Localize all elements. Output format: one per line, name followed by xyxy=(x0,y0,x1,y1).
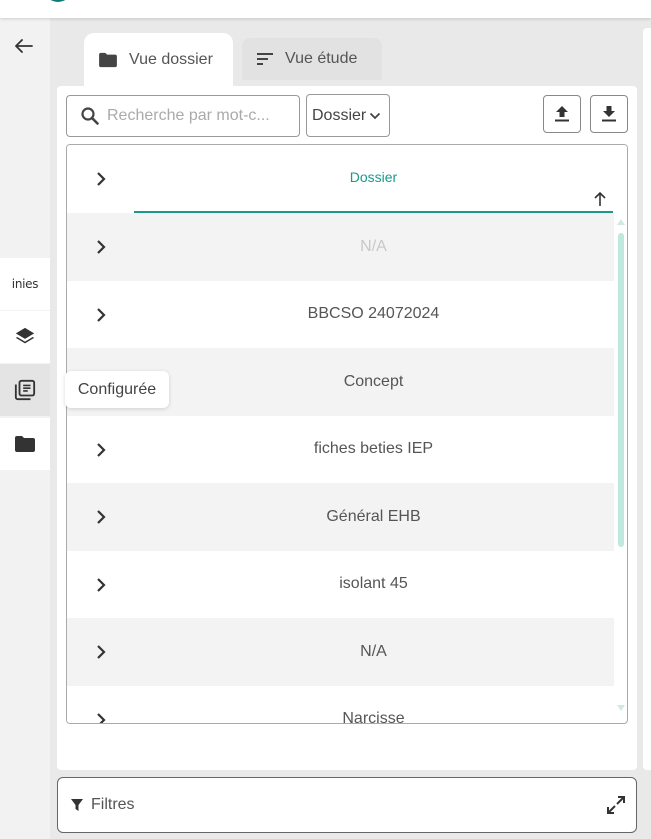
expand-row-button[interactable] xyxy=(89,505,113,534)
rail-item-configured[interactable] xyxy=(0,364,50,416)
table-cell: Narcisse xyxy=(342,710,405,724)
top-bar xyxy=(0,0,651,18)
table-cell: N/A xyxy=(360,642,387,660)
table-cell: N/A xyxy=(360,237,387,255)
chevron-right-icon xyxy=(97,240,106,254)
expand-row-button[interactable] xyxy=(89,573,113,602)
chevron-right-icon xyxy=(97,645,106,659)
table-row[interactable]: BBCSO 24072024 xyxy=(67,280,614,348)
expand-row-button[interactable] xyxy=(89,640,113,669)
table-cell: fiches beties IEP xyxy=(313,440,434,458)
table-row[interactable]: N/A xyxy=(67,213,614,281)
expand-row-button[interactable] xyxy=(89,708,113,723)
left-rail: inies xyxy=(0,18,50,839)
layers-icon xyxy=(15,327,35,344)
expand-filters-button[interactable] xyxy=(606,795,626,815)
chevron-right-icon xyxy=(97,510,106,524)
rail-item-folder[interactable] xyxy=(0,418,50,470)
chevron-right-icon xyxy=(97,442,106,457)
library-books-icon xyxy=(14,379,36,401)
chevron-right-icon xyxy=(97,577,106,592)
expand-all-button[interactable] xyxy=(89,167,113,196)
chevron-right-icon xyxy=(97,712,106,723)
search-icon xyxy=(81,107,99,125)
chevron-right-icon xyxy=(97,172,106,186)
back-arrow-button[interactable] xyxy=(10,34,38,58)
upload-icon xyxy=(555,106,569,122)
table-cell: BBCSO 24072024 xyxy=(307,305,440,323)
folder-icon xyxy=(15,436,35,452)
table-header: Dossier xyxy=(67,145,627,213)
table-cell: isolant 45 xyxy=(339,575,408,593)
table-row[interactable]: fiches beties IEP xyxy=(67,415,614,483)
folder-icon xyxy=(99,52,117,67)
select-value: Dossier xyxy=(312,106,367,124)
expand-row-button[interactable] xyxy=(89,235,113,264)
expand-icon xyxy=(607,796,625,814)
rail-item-layers[interactable] xyxy=(0,311,50,363)
app-root: inies Configurée Vue dossier Vue étude D… xyxy=(0,0,651,839)
table-row[interactable]: Narcisse xyxy=(67,685,614,724)
tab-label: Vue dossier xyxy=(129,50,213,68)
table-cell: Concept xyxy=(343,372,404,390)
column-header-dossier[interactable]: Dossier xyxy=(134,169,613,185)
dossier-table: Dossier N/A BBCSO 24072024 Concept fiche… xyxy=(66,144,628,724)
search-field[interactable] xyxy=(66,95,300,137)
column-select[interactable]: Dossier xyxy=(306,94,390,137)
scroll-up-arrow[interactable] xyxy=(617,219,625,225)
filters-bar[interactable]: Filtres xyxy=(57,777,637,833)
logo xyxy=(44,0,72,2)
filters-label: Filtres xyxy=(91,796,135,813)
scrollbar-thumb[interactable] xyxy=(618,233,624,547)
table-row[interactable]: Général EHB xyxy=(67,483,614,551)
table-row[interactable]: isolant 45 xyxy=(67,550,614,618)
arrow-left-icon xyxy=(15,39,33,53)
table-cell: Général EHB xyxy=(326,507,421,525)
scroll-down-arrow[interactable] xyxy=(617,705,625,711)
table-body: N/A BBCSO 24072024 Concept fiches beties… xyxy=(67,213,614,724)
download-icon xyxy=(602,106,616,122)
sort-button[interactable] xyxy=(593,191,607,207)
tooltip-configured: Configurée xyxy=(65,371,169,408)
tab-vue-etude[interactable]: Vue étude xyxy=(242,38,382,80)
expand-row-button[interactable] xyxy=(89,438,113,467)
inies-logo: inies xyxy=(11,277,39,291)
sort-icon xyxy=(257,53,273,65)
right-panel-edge xyxy=(643,28,651,770)
tab-label: Vue étude xyxy=(285,50,358,67)
chevron-down-icon xyxy=(370,112,381,119)
chevron-right-icon xyxy=(97,307,106,322)
download-button[interactable] xyxy=(590,95,628,133)
upload-button[interactable] xyxy=(543,95,581,133)
expand-row-button[interactable] xyxy=(89,303,113,332)
rail-item-inies[interactable]: inies xyxy=(0,258,50,310)
table-row[interactable]: N/A xyxy=(67,618,614,686)
tab-vue-dossier[interactable]: Vue dossier xyxy=(84,33,233,86)
filter-icon xyxy=(71,799,83,811)
arrow-up-icon xyxy=(594,191,606,206)
search-input[interactable] xyxy=(107,107,287,125)
